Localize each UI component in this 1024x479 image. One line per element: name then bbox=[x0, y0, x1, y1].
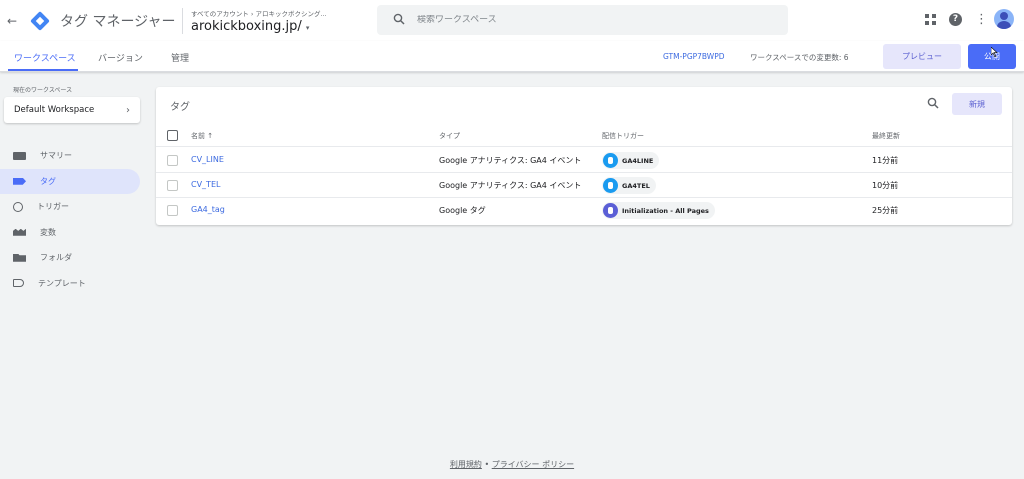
card-title: タグ bbox=[170, 102, 190, 113]
terms-link[interactable]: 利用規約 bbox=[450, 460, 482, 469]
sidebar-item-summary[interactable]: サマリー bbox=[0, 143, 140, 169]
sidebar-item-label: 変数 bbox=[40, 227, 56, 237]
row-checkbox[interactable] bbox=[167, 180, 178, 191]
last-updated: 10分前 bbox=[872, 181, 899, 190]
top-icons: ? ⋮ bbox=[925, 9, 1014, 29]
container-id-link[interactable]: GTM-PGP7BWPD bbox=[663, 52, 725, 61]
privacy-link[interactable]: プライバシー ポリシー bbox=[492, 460, 574, 469]
tag-manager-logo-icon[interactable] bbox=[30, 10, 50, 31]
preview-button[interactable]: プレビュー bbox=[883, 44, 961, 69]
sidebar-item-folders[interactable]: フォルダ bbox=[0, 245, 140, 271]
new-tag-button[interactable]: 新規 bbox=[952, 93, 1002, 115]
tab-workspace[interactable]: ワークスペース bbox=[14, 51, 76, 64]
account-avatar[interactable] bbox=[994, 9, 1014, 29]
divider bbox=[182, 7, 183, 34]
table-search-icon[interactable] bbox=[927, 97, 939, 112]
trigger-name: Initialization - All Pages bbox=[622, 206, 709, 215]
active-tab-indicator bbox=[8, 69, 78, 71]
footer-separator: • bbox=[484, 460, 490, 469]
table-row[interactable]: GA4_tag Google タグ Initialization - All P… bbox=[156, 198, 1012, 223]
tag-icon bbox=[13, 177, 26, 185]
account-breadcrumb: すべてのアカウント › アロキックボクシング... bbox=[191, 9, 327, 18]
table-row[interactable]: CV_TEL Google アナリティクス: GA4 イベント GA4TEL 1… bbox=[156, 173, 1012, 198]
tag-name-link[interactable]: CV_TEL bbox=[191, 180, 220, 189]
trigger-icon bbox=[13, 201, 23, 212]
sidebar-item-label: サマリー bbox=[40, 151, 72, 161]
last-updated: 25分前 bbox=[872, 206, 899, 215]
sidebar-item-label: フォルダ bbox=[40, 253, 72, 263]
trigger-name: GA4TEL bbox=[622, 181, 650, 190]
tab-versions[interactable]: バージョン bbox=[98, 51, 143, 64]
tag-name-link[interactable]: CV_LINE bbox=[191, 155, 224, 164]
sidebar-item-tags[interactable]: タグ bbox=[0, 168, 140, 194]
sidebar-item-templates[interactable]: テンプレート bbox=[0, 271, 140, 297]
account-switcher[interactable]: すべてのアカウント › アロキックボクシング... arokickboxing.… bbox=[191, 8, 361, 34]
sidebar-item-label: タグ bbox=[40, 176, 56, 186]
link-trigger-icon bbox=[603, 178, 618, 193]
tag-type: Google タグ bbox=[439, 206, 486, 215]
more-vert-icon[interactable]: ⋮ bbox=[975, 12, 988, 27]
trigger-chip[interactable]: GA4LINE bbox=[602, 152, 660, 169]
search-input[interactable] bbox=[417, 15, 757, 25]
trigger-chip[interactable]: Initialization - All Pages bbox=[602, 202, 715, 219]
trigger-chip[interactable]: GA4TEL bbox=[602, 177, 656, 194]
template-icon bbox=[13, 279, 24, 288]
sidebar-item-variables[interactable]: 変数 bbox=[0, 220, 140, 246]
power-trigger-icon bbox=[603, 203, 618, 218]
chevron-right-icon: › bbox=[126, 104, 130, 116]
summary-icon bbox=[13, 152, 26, 161]
top-app-bar: ← タグ マネージャー すべてのアカウント › アロキックボクシング... ar… bbox=[0, 0, 1024, 41]
product-name: タグ マネージャー bbox=[60, 13, 176, 30]
column-header-updated[interactable]: 最終更新 bbox=[872, 131, 900, 141]
trigger-name: GA4LINE bbox=[622, 156, 654, 165]
row-checkbox[interactable] bbox=[167, 155, 178, 166]
click-trigger-icon bbox=[603, 153, 618, 168]
search-icon bbox=[393, 13, 405, 28]
tag-type: Google アナリティクス: GA4 イベント bbox=[439, 156, 582, 165]
workspace-search[interactable] bbox=[377, 5, 788, 35]
footer: 利用規約 • プライバシー ポリシー bbox=[0, 459, 1024, 470]
table-row[interactable]: CV_LINE Google アナリティクス: GA4 イベント GA4LINE… bbox=[156, 148, 1012, 173]
workspace-selector[interactable]: Default Workspace › bbox=[4, 97, 140, 123]
apps-grid-icon[interactable] bbox=[925, 13, 936, 25]
row-checkbox[interactable] bbox=[167, 205, 178, 216]
select-all-checkbox[interactable] bbox=[167, 130, 178, 141]
sidebar-item-triggers[interactable]: トリガー bbox=[0, 194, 140, 220]
sidebar-item-label: トリガー bbox=[37, 202, 69, 212]
sidebar-item-label: テンプレート bbox=[38, 278, 86, 288]
secondary-nav: ワークスペース バージョン 管理 GTM-PGP7BWPD ワークスペースでの変… bbox=[0, 41, 1024, 72]
tag-type: Google アナリティクス: GA4 イベント bbox=[439, 181, 582, 190]
last-updated: 11分前 bbox=[872, 156, 899, 165]
workspace-name: Default Workspace bbox=[14, 105, 95, 115]
mouse-cursor-icon bbox=[991, 47, 998, 57]
caret-down-icon: ▾ bbox=[305, 23, 310, 32]
column-header-name[interactable]: 名前 ↑ bbox=[191, 131, 213, 141]
tab-admin[interactable]: 管理 bbox=[171, 51, 189, 64]
column-header-type[interactable]: タイプ bbox=[439, 131, 460, 141]
tags-table-card: タグ 新規 名前 ↑ タイプ 配信トリガー 最終更新 CV_LINE Googl… bbox=[156, 87, 1012, 225]
table-header: 名前 ↑ タイプ 配信トリガー 最終更新 bbox=[156, 126, 1012, 147]
column-header-trigger[interactable]: 配信トリガー bbox=[602, 131, 644, 141]
tag-name-link[interactable]: GA4_tag bbox=[191, 205, 225, 214]
container-selector[interactable]: arokickboxing.jp/ ▾ bbox=[191, 19, 361, 34]
help-icon[interactable]: ? bbox=[949, 12, 962, 26]
sidebar-nav: サマリー タグ トリガー 変数 フォルダ テンプレート bbox=[0, 143, 140, 296]
folder-icon bbox=[13, 253, 26, 262]
variable-icon bbox=[13, 228, 26, 236]
current-workspace-label: 現在のワークスペース bbox=[13, 87, 73, 94]
container-name: arokickboxing.jp/ bbox=[191, 18, 302, 34]
back-arrow-icon[interactable]: ← bbox=[3, 14, 21, 28]
workspace-changes-count: ワークスペースでの変更数: 6 bbox=[750, 53, 849, 62]
